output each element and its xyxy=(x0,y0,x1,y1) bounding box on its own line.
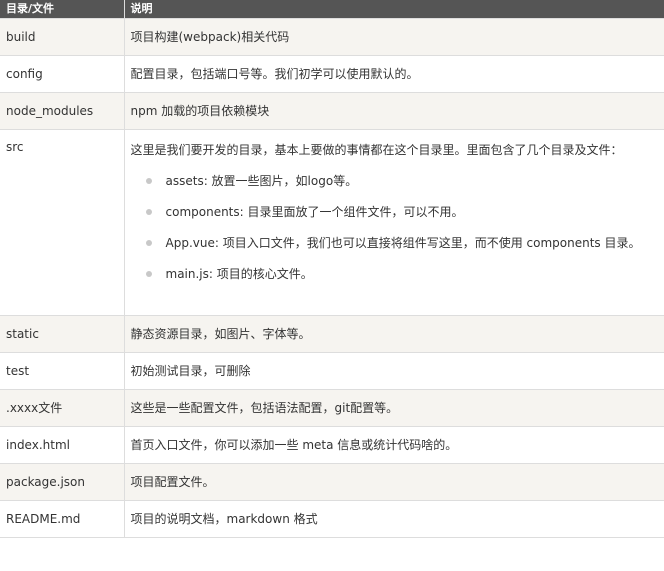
bullet-text: main.js: 项目的核心文件。 xyxy=(165,267,313,281)
bullet-text: App.vue: 项目入口文件，我们也可以直接将组件写这里，而不使用 compo… xyxy=(165,236,641,250)
file-name: README.md xyxy=(0,500,125,538)
table-row: node_modules npm 加载的项目依赖模块 xyxy=(0,92,664,130)
table-row: README.md 项目的说明文档，markdown 格式 xyxy=(0,500,664,538)
directory-table: 目录/文件 说明 build 项目构建(webpack)相关代码 config … xyxy=(0,0,664,538)
table-row: .xxxx文件 这些是一些配置文件，包括语法配置，git配置等。 xyxy=(0,389,664,427)
file-description: npm 加载的项目依赖模块 xyxy=(124,92,664,130)
bullet-icon xyxy=(145,240,152,246)
bullet-text: assets: 放置一些图片，如logo等。 xyxy=(165,174,358,188)
table-row: static 静态资源目录，如图片、字体等。 xyxy=(0,315,664,353)
bullet-icon xyxy=(145,178,152,184)
file-name: config xyxy=(0,55,125,93)
bullet-text: components: 目录里面放了一个组件文件，可以不用。 xyxy=(165,205,464,219)
file-name: package.json xyxy=(0,463,125,501)
file-description: 项目配置文件。 xyxy=(124,463,664,501)
file-name: src xyxy=(0,129,125,316)
list-item: App.vue: 项目入口文件，我们也可以直接将组件写这里，而不使用 compo… xyxy=(145,228,659,259)
table-row: package.json 项目配置文件。 xyxy=(0,463,664,501)
file-name: .xxxx文件 xyxy=(0,389,125,427)
file-description: 这里是我们要开发的目录，基本上要做的事情都在这个目录里。里面包含了几个目录及文件… xyxy=(124,129,664,316)
file-name: test xyxy=(0,352,125,390)
file-name: build xyxy=(0,18,125,56)
table-row: test 初始测试目录，可删除 xyxy=(0,352,664,390)
table-row: build 项目构建(webpack)相关代码 xyxy=(0,18,664,56)
file-description: 这些是一些配置文件，包括语法配置，git配置等。 xyxy=(124,389,664,427)
list-item: assets: 放置一些图片，如logo等。 xyxy=(145,166,659,197)
bullet-icon xyxy=(145,209,152,215)
file-description: 项目构建(webpack)相关代码 xyxy=(124,18,664,56)
file-name: static xyxy=(0,315,125,353)
bullet-icon xyxy=(145,271,152,277)
file-name: node_modules xyxy=(0,92,125,130)
list-item: components: 目录里面放了一个组件文件，可以不用。 xyxy=(145,197,659,228)
file-description: 项目的说明文档，markdown 格式 xyxy=(124,500,664,538)
src-bullet-list: assets: 放置一些图片，如logo等。 components: 目录里面放… xyxy=(131,166,659,290)
file-description: 首页入口文件，你可以添加一些 meta 信息或统计代码啥的。 xyxy=(124,426,664,464)
header-description: 说明 xyxy=(124,0,664,19)
header-directory-file: 目录/文件 xyxy=(0,0,125,19)
list-item: main.js: 项目的核心文件。 xyxy=(145,259,659,290)
file-description: 配置目录，包括端口号等。我们初学可以使用默认的。 xyxy=(124,55,664,93)
table-header-row: 目录/文件 说明 xyxy=(0,0,664,19)
table-row: index.html 首页入口文件，你可以添加一些 meta 信息或统计代码啥的… xyxy=(0,426,664,464)
file-description: 初始测试目录，可删除 xyxy=(124,352,664,390)
src-description: 这里是我们要开发的目录，基本上要做的事情都在这个目录里。里面包含了几个目录及文件… xyxy=(130,143,623,157)
file-description: 静态资源目录，如图片、字体等。 xyxy=(124,315,664,353)
table-row: src 这里是我们要开发的目录，基本上要做的事情都在这个目录里。里面包含了几个目… xyxy=(0,129,664,316)
file-name: index.html xyxy=(0,426,125,464)
table-row: config 配置目录，包括端口号等。我们初学可以使用默认的。 xyxy=(0,55,664,93)
